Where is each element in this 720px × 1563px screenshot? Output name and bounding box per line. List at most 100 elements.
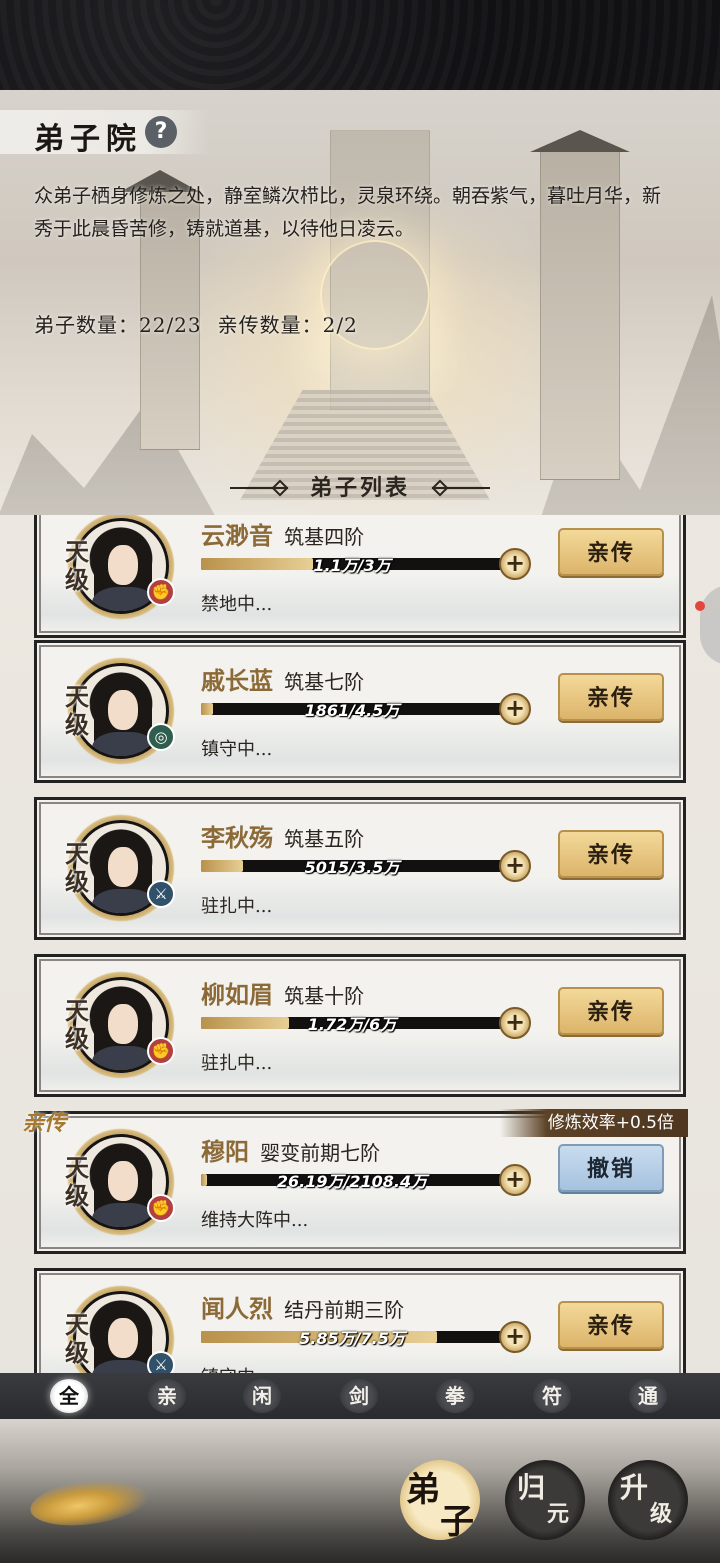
grade-label: 天级 <box>65 1153 89 1210</box>
cultivation-progress-bar: 5.85万/7.5万 <box>201 1329 503 1348</box>
disciple-card[interactable]: 天级 ⚔ 李秋殇 筑基五阶 5015/3.5万 + 驻扎中... 亲传 <box>34 797 686 940</box>
disciple-list[interactable]: 天级 ✊ 云渺音 筑基四阶 1.1万/3万 + 禁地中... 亲传 天级 ◎ 戚… <box>0 515 720 1373</box>
name-line: 穆阳 婴变前期七阶 <box>201 1132 380 1167</box>
personal-disciple-count: 亲传数量：2/2 <box>217 313 358 337</box>
personal-disciple-tag: 亲传 <box>22 1110 67 1136</box>
progress-text: 1861/4.5万 <box>304 701 400 720</box>
cultivation-progress-bar: 1.1万/3万 <box>201 556 503 575</box>
ornament-diamond-left <box>271 479 289 497</box>
disciple-realm: 筑基五阶 <box>284 827 365 851</box>
mountain-left <box>0 398 240 515</box>
element-red-icon: ✊ <box>147 578 175 606</box>
disciple-realm: 筑基四阶 <box>284 525 365 549</box>
add-progress-button[interactable]: + <box>499 1321 531 1353</box>
ornament-line-right <box>432 487 490 489</box>
filter-talisman[interactable]: 符 <box>533 1379 571 1413</box>
progress-text: 1.1万/3万 <box>313 556 391 575</box>
list-heading: 弟子列表 <box>230 470 490 506</box>
filter-all[interactable]: 全 <box>50 1379 88 1413</box>
nav-return-button[interactable]: 归 元 <box>505 1460 585 1540</box>
cultivation-progress-bar: 26.19万/2108.4万 <box>201 1172 503 1191</box>
filter-personal[interactable]: 亲 <box>148 1379 186 1413</box>
counts-row: 弟子数量：22/23 亲传数量：2/2 <box>34 309 358 338</box>
disciple-name: 穆阳 <box>201 1137 249 1166</box>
name-line: 云渺音 筑基四阶 <box>201 516 364 551</box>
name-line: 闻人烈 结丹前期三阶 <box>201 1289 404 1324</box>
disciple-card[interactable]: 天级 ✊ 云渺音 筑基四阶 1.1万/3万 + 禁地中... 亲传 <box>34 515 686 638</box>
disciple-card[interactable]: 天级 ✊ 柳如眉 筑基十阶 1.72万/6万 + 驻扎中... 亲传 <box>34 954 686 1097</box>
help-icon[interactable]: ? <box>145 116 177 148</box>
progress-text: 5.85万/7.5万 <box>299 1329 405 1348</box>
filter-idle[interactable]: 闲 <box>243 1379 281 1413</box>
add-progress-button[interactable]: + <box>499 850 531 882</box>
cultivation-progress-bar: 5015/3.5万 <box>201 858 503 877</box>
disciple-status: 镇守中... <box>201 739 273 760</box>
disciple-card[interactable]: 天级 ◎ 戚长蓝 筑基七阶 1861/4.5万 + 镇守中... 亲传 <box>34 640 686 783</box>
grade-label: 天级 <box>65 682 89 739</box>
grade-label: 天级 <box>65 839 89 896</box>
avatar-face <box>108 1004 138 1044</box>
cultivation-progress-bar: 1.72万/6万 <box>201 1015 503 1034</box>
element-green-icon: ◎ <box>147 723 175 751</box>
disciple-name: 柳如眉 <box>201 980 273 1009</box>
avatar-face <box>108 690 138 730</box>
disciple-count: 弟子数量：22/23 <box>34 313 202 337</box>
disciple-status: 维持大阵中... <box>201 1210 309 1231</box>
disciple-card[interactable]: 天级 ⚔ 闻人烈 结丹前期三阶 5.85万/7.5万 + 镇守中... 亲传 <box>34 1268 686 1373</box>
add-progress-button[interactable]: + <box>499 548 531 580</box>
add-progress-button[interactable]: + <box>499 693 531 725</box>
disciple-status: 驻扎中... <box>201 896 273 917</box>
filter-bar: 全 亲 闲 剑 拳 符 通 <box>0 1373 720 1419</box>
element-red-icon: ✊ <box>147 1037 175 1065</box>
top-decor-strip <box>0 0 720 90</box>
make-personal-button[interactable]: 亲传 <box>558 1301 664 1349</box>
avatar-face <box>108 545 138 585</box>
nav-upgrade-char-b: 级 <box>650 1501 673 1527</box>
disciple-realm: 婴变前期七阶 <box>260 1141 381 1165</box>
add-progress-button[interactable]: + <box>499 1164 531 1196</box>
disciple-name: 云渺音 <box>201 521 273 550</box>
make-personal-button[interactable]: 亲传 <box>558 987 664 1035</box>
make-personal-button[interactable]: 亲传 <box>558 830 664 878</box>
cultivation-bonus-badge: 修炼效率+0.5倍 <box>500 1109 688 1137</box>
disciple-realm: 筑基十阶 <box>284 984 365 1008</box>
disciple-name: 闻人烈 <box>201 1294 273 1323</box>
element-red-icon: ✊ <box>147 1194 175 1222</box>
revoke-button[interactable]: 撤销 <box>558 1144 664 1192</box>
disciple-name: 李秋殇 <box>201 823 273 852</box>
avatar-face <box>108 1161 138 1201</box>
nav-disciples-char-a: 弟 <box>406 1470 440 1510</box>
progress-text: 5015/3.5万 <box>304 858 400 877</box>
page-title: 弟子院 <box>34 122 142 157</box>
filter-sword[interactable]: 剑 <box>340 1379 378 1413</box>
nav-return-char-b: 元 <box>547 1501 570 1527</box>
grade-label: 天级 <box>65 996 89 1053</box>
disciple-status: 禁地中... <box>201 594 273 615</box>
disciple-name: 戚长蓝 <box>201 666 273 695</box>
make-personal-button[interactable]: 亲传 <box>558 673 664 721</box>
nav-disciples-button[interactable]: 弟 子 <box>400 1460 480 1542</box>
filter-general[interactable]: 通 <box>629 1379 667 1413</box>
avatar-face <box>108 847 138 887</box>
tower-roof-right <box>530 130 630 152</box>
progress-text: 26.19万/2108.4万 <box>276 1172 428 1191</box>
cultivation-progress-bar: 1861/4.5万 <box>201 701 503 720</box>
nav-upgrade-char-a: 升 <box>620 1471 649 1504</box>
element-blue-icon: ⚔ <box>147 1351 175 1373</box>
courtyard-description: 众弟子栖身修炼之处，静室鳞次栉比，灵泉环绕。朝吞紫气，暮吐月华，新秀于此晨昏苦修… <box>34 185 662 240</box>
nav-upgrade-button[interactable]: 升 级 <box>608 1460 688 1540</box>
filter-fist[interactable]: 拳 <box>436 1379 474 1413</box>
disciple-realm: 结丹前期三阶 <box>284 1298 405 1322</box>
grade-label: 天级 <box>65 537 89 594</box>
add-progress-button[interactable]: + <box>499 1007 531 1039</box>
disciple-status: 驻扎中... <box>201 1053 273 1074</box>
list-title: 弟子列表 <box>309 475 410 501</box>
nav-return-char-a: 归 <box>517 1471 546 1504</box>
make-personal-button[interactable]: 亲传 <box>558 528 664 576</box>
nav-disciples-char-b: 子 <box>440 1502 474 1542</box>
element-blue-icon: ⚔ <box>147 880 175 908</box>
grade-label: 天级 <box>65 1310 89 1367</box>
disciple-realm: 筑基七阶 <box>284 670 365 694</box>
name-line: 柳如眉 筑基十阶 <box>201 975 364 1010</box>
notification-dot <box>695 601 705 611</box>
